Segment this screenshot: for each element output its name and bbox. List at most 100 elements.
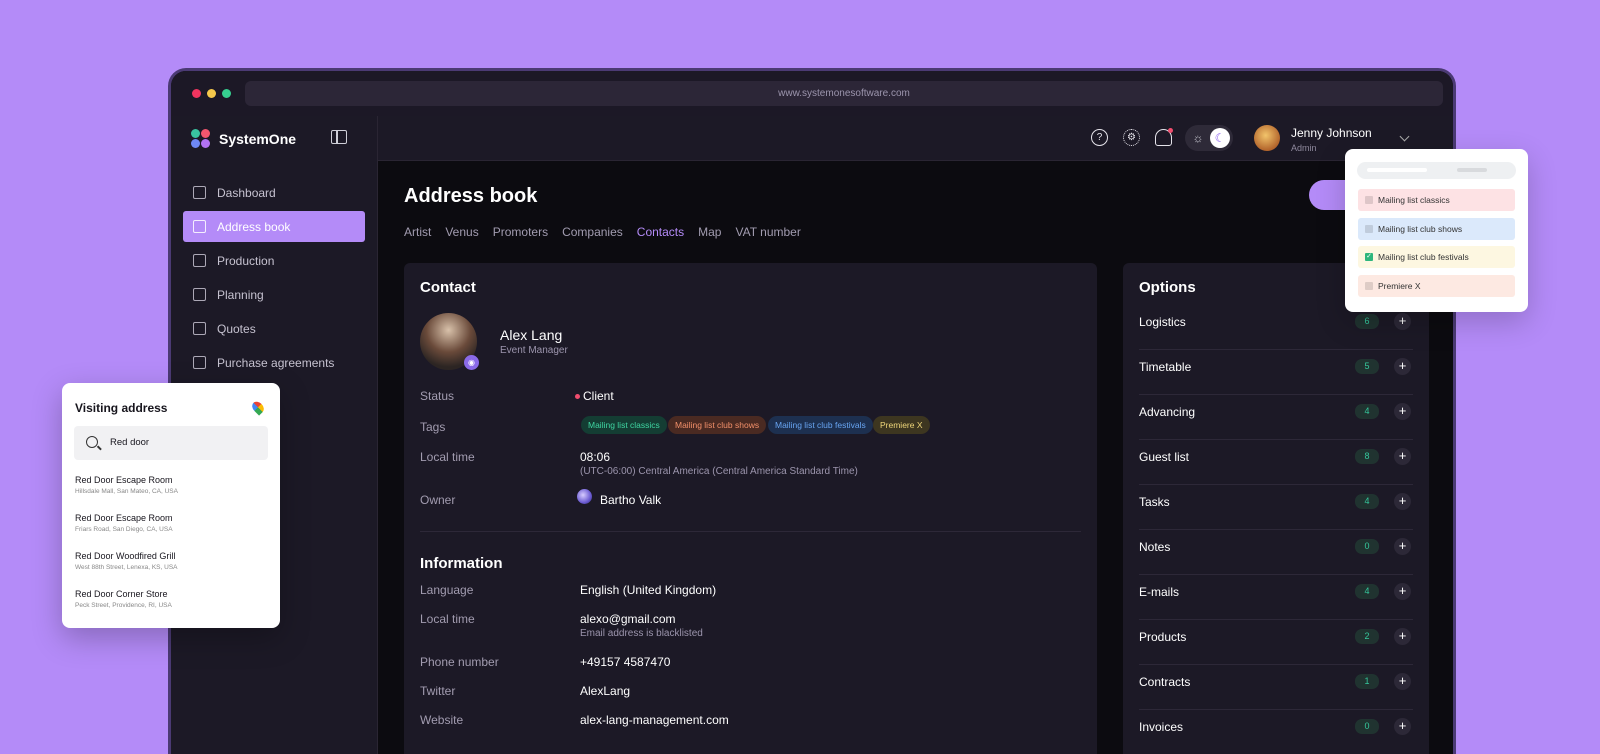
option-label: Products — [1139, 630, 1187, 644]
tag-badge[interactable]: Mailing list club shows — [668, 416, 767, 434]
plus-icon[interactable]: + — [1394, 583, 1411, 600]
tag-option[interactable]: Mailing list classics — [1358, 189, 1515, 211]
option-row-timetable[interactable]: Timetable 5 + — [1139, 350, 1413, 395]
localtime-zone: (UTC-06:00) Central America (Central Ame… — [580, 466, 858, 477]
sidebar-toggle-icon[interactable] — [331, 130, 347, 144]
sidebar-item-purchase-agreements[interactable]: Purchase agreements — [183, 347, 365, 378]
theme-toggle[interactable]: ☼ ☾ — [1185, 125, 1233, 151]
section-divider — [420, 531, 1081, 532]
option-row-invoices[interactable]: Invoices 0 + — [1139, 710, 1413, 754]
minimize-dot[interactable] — [207, 89, 216, 98]
localtime-value: 08:06 — [580, 450, 611, 464]
moon-icon: ☾ — [1210, 128, 1230, 148]
option-row-guest-list[interactable]: Guest list 8 + — [1139, 440, 1413, 485]
address-book-icon — [193, 220, 206, 233]
chevron-down-icon[interactable] — [1399, 131, 1410, 142]
sidebar-item-dashboard[interactable]: Dashboard — [183, 177, 365, 208]
plus-icon[interactable]: + — [1394, 313, 1411, 330]
information-section-title: Information — [420, 555, 503, 572]
sidebar-item-label: Production — [217, 253, 275, 268]
camera-icon[interactable]: ◉ — [464, 355, 479, 370]
option-row-contracts[interactable]: Contracts 1 + — [1139, 665, 1413, 710]
option-row-products[interactable]: Products 2 + — [1139, 620, 1413, 665]
owner-avatar — [577, 489, 592, 504]
tab-promoters[interactable]: Promoters — [493, 225, 548, 239]
tag-option[interactable]: Mailing list club shows — [1358, 217, 1515, 240]
address-result[interactable]: Red Door Escape Room Hillsdale Mall, San … — [75, 475, 178, 495]
status-label: Status — [420, 389, 455, 403]
plus-icon[interactable]: + — [1394, 493, 1411, 510]
address-result-address: Friars Road, San Diego, CA, USA — [75, 526, 173, 533]
sidebar-item-planning[interactable]: Planning — [183, 279, 365, 310]
status-dot — [575, 394, 580, 400]
dashboard-icon — [193, 186, 206, 199]
notifications-bell-icon[interactable] — [1155, 128, 1173, 146]
top-bar: ? ⚙ ☼ ☾ Jenny Johnson Admin — [378, 116, 1453, 161]
option-row-tasks[interactable]: Tasks 4 + — [1139, 485, 1413, 530]
options-title: Options — [1139, 279, 1196, 296]
app-logo[interactable]: SystemOne — [191, 129, 296, 149]
user-avatar[interactable] — [1254, 125, 1280, 151]
settings-gear-icon[interactable]: ⚙ — [1123, 129, 1140, 146]
plus-icon[interactable]: + — [1394, 358, 1411, 375]
status-value: Client — [575, 389, 614, 403]
book-icon — [193, 322, 206, 335]
option-count-badge: 8 — [1355, 449, 1379, 464]
sidebar-item-quotes[interactable]: Quotes — [183, 313, 365, 344]
option-row-e-mails[interactable]: E-mails 4 + — [1139, 575, 1413, 620]
address-result-address: Hillsdale Mall, San Mateo, CA, USA — [75, 488, 178, 495]
option-count-badge: 0 — [1355, 539, 1379, 554]
plus-icon[interactable]: + — [1394, 673, 1411, 690]
checkbox-icon[interactable] — [1365, 196, 1373, 204]
plus-icon[interactable]: + — [1394, 628, 1411, 645]
address-result[interactable]: Red Door Escape Room Friars Road, San Die… — [75, 513, 173, 533]
tab-companies[interactable]: Companies — [562, 225, 623, 239]
address-search-input[interactable]: Red door — [74, 426, 268, 460]
plus-icon[interactable]: + — [1394, 718, 1411, 735]
close-dot[interactable] — [192, 89, 201, 98]
option-row-advancing[interactable]: Advancing 4 + — [1139, 395, 1413, 440]
sidebar-item-label: Address book — [217, 219, 291, 234]
tag-option-label: Mailing list classics — [1378, 195, 1450, 205]
address-result[interactable]: Red Door Corner Store Peck Street, Provid… — [75, 589, 172, 609]
user-role: Admin — [1291, 143, 1317, 153]
checkbox-checked-icon[interactable]: ✓ — [1365, 253, 1373, 261]
option-row-notes[interactable]: Notes 0 + — [1139, 530, 1413, 575]
user-name: Jenny Johnson — [1291, 126, 1372, 140]
address-result-address: West 88th Street, Lenexa, KS, USA — [75, 564, 178, 571]
tag-badge[interactable]: Mailing list classics — [581, 416, 667, 434]
address-result-name: Red Door Escape Room — [75, 475, 173, 485]
tab-artist[interactable]: Artist — [404, 225, 431, 239]
address-result[interactable]: Red Door Woodfired Grill West 88th Street… — [75, 551, 178, 571]
sidebar-item-address-book[interactable]: Address book — [183, 211, 365, 242]
url-bar[interactable]: www.systemonesoftware.com — [245, 81, 1443, 106]
sidebar-item-production[interactable]: Production — [183, 245, 365, 276]
sun-icon: ☼ — [1192, 131, 1204, 145]
tab-map[interactable]: Map — [698, 225, 721, 239]
contact-job-title: Event Manager — [500, 345, 568, 356]
tab-venus[interactable]: Venus — [445, 225, 478, 239]
tab-vat-number[interactable]: VAT number — [735, 225, 800, 239]
plus-icon[interactable]: + — [1394, 538, 1411, 555]
info-note: Email address is blacklisted — [580, 628, 703, 639]
checkbox-icon[interactable] — [1365, 281, 1373, 290]
tag-option[interactable]: Premiere X — [1358, 274, 1515, 297]
maximize-dot[interactable] — [222, 89, 231, 98]
plus-icon[interactable]: + — [1394, 448, 1411, 465]
tag-option[interactable]: ✓ Mailing list club festivals — [1358, 246, 1515, 268]
owner-value[interactable]: Bartho Valk — [600, 493, 661, 507]
address-result-address: Peck Street, Providence, RI, USA — [75, 602, 172, 609]
contact-name: Alex Lang — [500, 327, 563, 343]
option-count-badge: 4 — [1355, 404, 1379, 419]
tab-contacts[interactable]: Contacts — [637, 225, 684, 239]
option-count-badge: 1 — [1355, 674, 1379, 689]
tag-badge[interactable]: Premiere X — [873, 416, 930, 434]
option-label: Invoices — [1139, 720, 1184, 734]
checkbox-icon[interactable] — [1365, 224, 1373, 233]
add-button[interactable] — [1309, 180, 1349, 210]
plus-icon[interactable]: + — [1394, 403, 1411, 420]
music-note-icon — [193, 254, 206, 267]
option-label: Timetable — [1139, 360, 1192, 374]
tag-badge[interactable]: Mailing list club festivals — [768, 416, 873, 434]
help-icon[interactable]: ? — [1091, 129, 1108, 146]
